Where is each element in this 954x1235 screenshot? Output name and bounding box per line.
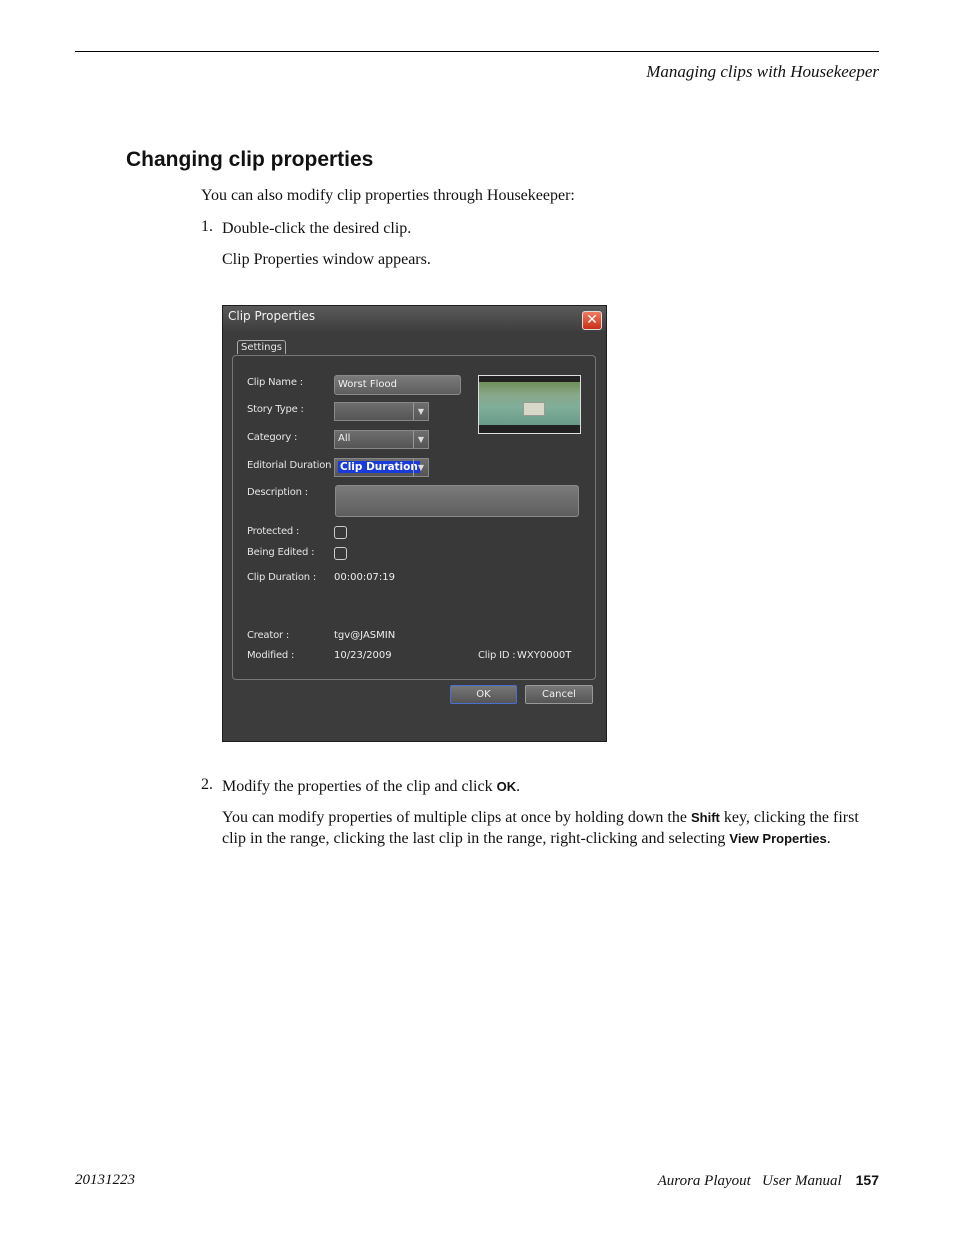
close-icon[interactable]: ✕ [582,311,602,330]
clip-duration-label: Clip Duration : [247,572,317,583]
step-1-text: Double-click the desired clip. [222,220,412,237]
tab-settings[interactable]: Settings [237,340,287,354]
protected-checkbox[interactable] [334,526,347,539]
being-edited-label: Being Edited : [247,547,315,558]
view-properties-term: View Properties [729,831,827,846]
footer-date: 20131223 [75,1172,135,1188]
story-type-dropdown[interactable]: ▼ [334,402,429,421]
footer-manual: Aurora Playout User Manual 157 [657,1172,879,1189]
ok-term: OK [496,779,517,794]
clip-thumbnail [478,375,581,434]
running-head: Managing clips with Housekeeper [646,62,879,81]
creator-value: tgv@JASMIN [334,630,396,641]
editorial-duration-label: Editorial Duration : [247,460,338,471]
category-dropdown[interactable]: All ▼ [334,430,429,449]
cancel-button[interactable]: Cancel [525,685,593,704]
description-label: Description : [247,487,308,498]
step-1-note: Clip Properties window appears. [222,251,431,268]
step-2-text: Modify the properties of the clip and cl… [222,778,521,795]
story-type-label: Story Type : [247,404,304,415]
shift-term: Shift [690,810,720,825]
clip-duration-value: 00:00:07:19 [334,572,396,583]
dialog-title: Clip Properties [228,309,316,323]
chevron-down-icon[interactable]: ▼ [413,403,428,420]
modified-value: 10/23/2009 [334,650,392,661]
clip-name-input[interactable]: Worst Flood [334,375,461,395]
chevron-down-icon[interactable]: ▼ [413,459,428,476]
clip-name-label: Clip Name : [247,377,303,388]
step-2-number: 2. [201,776,213,793]
category-label: Category : [247,432,298,443]
step-2-note: You can modify properties of multiple cl… [222,809,859,847]
section-title: Changing clip properties [126,148,374,171]
clip-properties-dialog: Clip Properties ✕ Settings Clip Name : W… [222,305,607,742]
creator-label: Creator : [247,630,290,641]
header-rule [75,51,879,52]
clip-id-label: Clip ID : [478,650,516,661]
modified-label: Modified : [247,650,295,661]
being-edited-checkbox[interactable] [334,547,347,560]
page-number: 157 [855,1172,879,1188]
dialog-titlebar: Clip Properties ✕ [223,306,606,332]
step-1-number: 1. [201,218,213,235]
editorial-duration-dropdown[interactable]: Clip Duration ▼ [334,458,429,477]
chevron-down-icon[interactable]: ▼ [413,431,428,448]
description-input[interactable] [335,485,579,517]
clip-id-value: WXY0000T [517,650,572,661]
ok-button[interactable]: OK [450,685,517,704]
intro-text: You can also modify clip properties thro… [201,187,575,204]
protected-label: Protected : [247,526,300,537]
